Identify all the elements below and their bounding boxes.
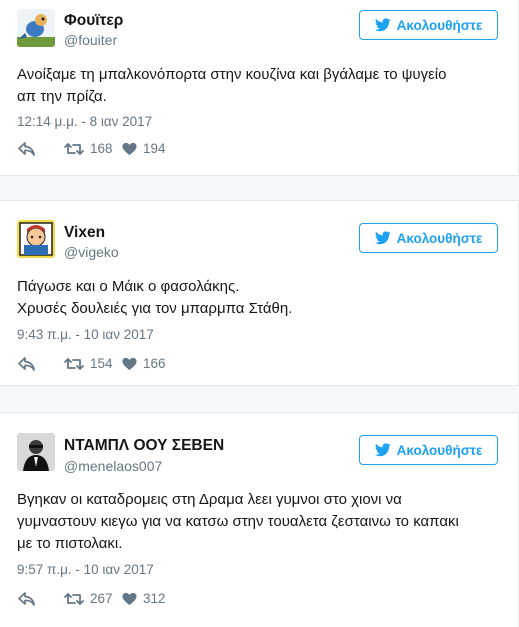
retweet-icon: [64, 142, 84, 155]
tweet-timestamp[interactable]: 9:57 π.μ. - 10 ιαν 2017: [17, 562, 154, 577]
tweet-timestamp[interactable]: 9:43 π.μ. - 10 ιαν 2017: [17, 327, 154, 342]
tweet-actions: 154 166: [18, 356, 166, 371]
reply-icon: [18, 591, 35, 606]
twitter-bird-icon: [374, 443, 391, 457]
display-name[interactable]: Φουϊτερ: [64, 12, 123, 30]
tweet-text-line: Βγηκαν οι καταδρομεις στη Δραμα λεει γυμ…: [17, 491, 402, 508]
retweet-button[interactable]: 168: [64, 141, 122, 156]
tweet-text-line: Χρυσές δουλειές για τον μπαρμπα Στάθη.: [17, 300, 293, 317]
like-count: 166: [143, 356, 166, 371]
display-name[interactable]: Vixen: [64, 224, 105, 242]
tweet-timestamp[interactable]: 12:14 μ.μ. - 8 ιαν 2017: [17, 114, 152, 129]
twitter-bird-icon: [374, 18, 391, 32]
retweet-button[interactable]: 154: [64, 356, 122, 371]
display-name[interactable]: ΝΤΑΜΠΛ ΟΟΥ ΣΕΒΕΝ: [64, 437, 224, 455]
reply-button[interactable]: [18, 141, 64, 156]
avatar[interactable]: [17, 220, 55, 258]
follow-button[interactable]: Ακολουθήστε: [359, 223, 498, 253]
tweet-text-line: με το πιστολακι.: [17, 535, 123, 552]
like-count: 312: [143, 591, 166, 606]
tweet-card-2: Vixen @vigeko Ακολουθήστε Πάγωσε και ο Μ…: [0, 200, 519, 386]
reply-icon: [18, 141, 35, 156]
tweet-text-line: Ανοίξαμε τη μπαλκονόπορτα στην κουζίνα κ…: [17, 66, 447, 83]
tweet-text: Πάγωσε και ο Μάικ ο φασολάκης. Χρυσές δο…: [17, 276, 512, 320]
tweet-text-line: γυμναστουν κιεγω για να κατσω στην τουαλ…: [17, 513, 459, 530]
follow-button[interactable]: Ακολουθήστε: [359, 435, 498, 465]
tweet-text-line: Πάγωσε και ο Μάικ ο φασολάκης.: [17, 278, 240, 295]
heart-icon: [122, 357, 137, 370]
tweet-card-3: ΝΤΑΜΠΛ ΟΟΥ ΣΕΒΕΝ @menelaos007 Ακολουθήστ…: [0, 412, 519, 627]
user-handle[interactable]: @menelaos007: [64, 458, 162, 474]
tweet-card-1: Φουϊτερ @fouiter Ακολουθήστε Ανοίξαμε τη…: [0, 0, 519, 176]
twitter-bird-icon: [374, 231, 391, 245]
like-count: 194: [143, 141, 166, 156]
user-handle[interactable]: @vigeko: [64, 244, 119, 260]
avatar[interactable]: [17, 9, 55, 47]
reply-button[interactable]: [18, 356, 64, 371]
like-button[interactable]: 312: [122, 591, 166, 606]
follow-label: Ακολουθήστε: [396, 17, 483, 33]
heart-icon: [122, 592, 137, 605]
like-button[interactable]: 166: [122, 356, 166, 371]
reply-icon: [18, 356, 35, 371]
retweet-icon: [64, 357, 84, 370]
tweet-actions: 168 194: [18, 141, 166, 156]
tweet-text: Ανοίξαμε τη μπαλκονόπορτα στην κουζίνα κ…: [17, 64, 512, 108]
tweet-text: Βγηκαν οι καταδρομεις στη Δραμα λεει γυμ…: [17, 489, 512, 555]
follow-label: Ακολουθήστε: [396, 442, 483, 458]
retweet-count: 154: [90, 356, 113, 371]
retweet-button[interactable]: 267: [64, 591, 122, 606]
tweet-actions: 267 312: [18, 591, 166, 606]
like-button[interactable]: 194: [122, 141, 166, 156]
retweet-icon: [64, 592, 84, 605]
retweet-count: 168: [90, 141, 113, 156]
follow-button[interactable]: Ακολουθήστε: [359, 10, 498, 40]
avatar[interactable]: [17, 433, 55, 471]
heart-icon: [122, 142, 137, 155]
user-handle[interactable]: @fouiter: [64, 32, 117, 48]
reply-button[interactable]: [18, 591, 64, 606]
retweet-count: 267: [90, 591, 113, 606]
follow-label: Ακολουθήστε: [396, 230, 483, 246]
tweet-text-line: απ την πρίζα.: [17, 88, 107, 105]
separator: [0, 176, 519, 200]
separator: [0, 386, 519, 412]
